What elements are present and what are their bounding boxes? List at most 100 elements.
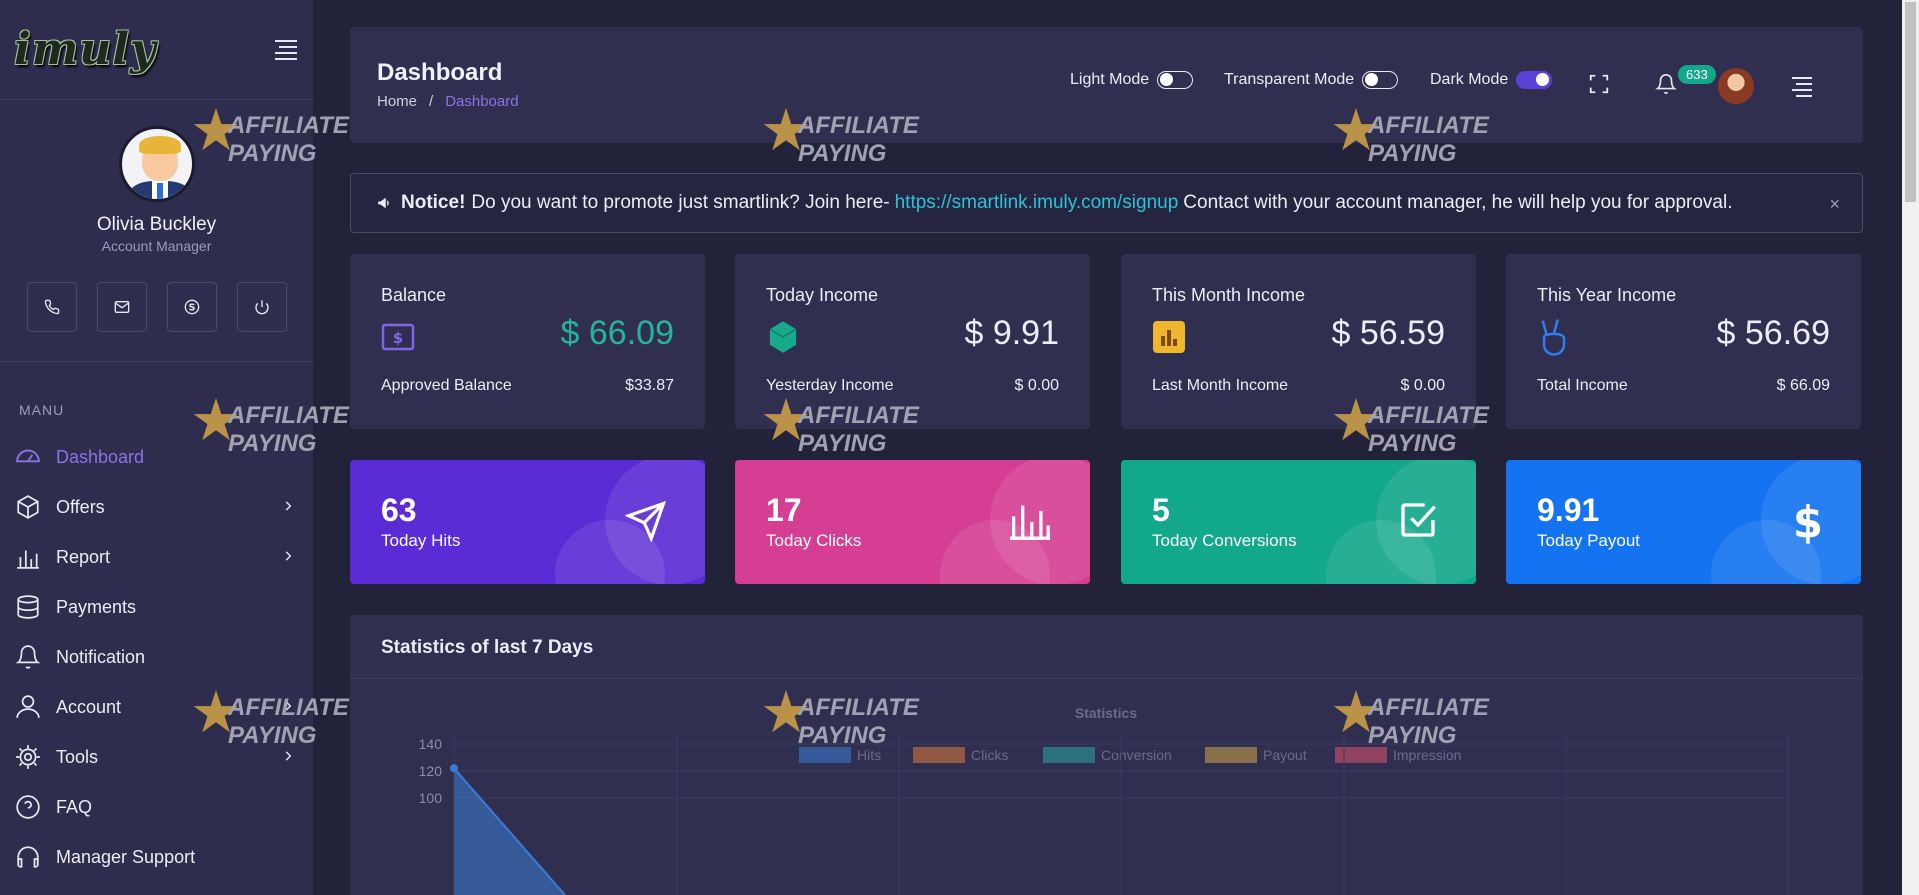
phone-button[interactable] xyxy=(26,282,77,332)
card-title: Today Income xyxy=(766,285,879,305)
skype-button[interactable]: S xyxy=(166,282,217,332)
legend-swatch xyxy=(1335,747,1387,763)
check-square-icon xyxy=(1401,503,1436,537)
toggle-switch[interactable] xyxy=(1157,71,1194,89)
light-mode-toggle[interactable]: Light Mode xyxy=(1070,71,1194,89)
scrollbar-thumb[interactable] xyxy=(1905,2,1916,202)
page-title: Dashboard xyxy=(377,59,503,86)
sidebar-header: imuly xyxy=(0,0,313,100)
logo[interactable]: imuly xyxy=(14,24,157,75)
sidebar-item-account[interactable]: Account xyxy=(0,682,313,732)
card-amount: $ 56.69 xyxy=(1716,314,1830,352)
sub-label: Total Income xyxy=(1537,377,1628,394)
sidebar-item-label: Dashboard xyxy=(56,446,145,467)
sidebar-item-label: Manager Support xyxy=(56,846,196,867)
scrollbar[interactable] xyxy=(1902,0,1919,895)
skype-icon: S xyxy=(184,299,199,315)
sub-value: $ 66.09 xyxy=(1776,377,1830,394)
profile-panel: Olivia Buckley Account Manager S xyxy=(0,100,313,362)
sidebar-item-label: FAQ xyxy=(56,796,93,817)
profile-name: Olivia Buckley xyxy=(96,214,217,235)
sidebar-item-notification[interactable]: Notification xyxy=(0,632,313,682)
headset-icon xyxy=(14,843,42,871)
y-tick-label: 120 xyxy=(419,763,443,779)
smartlink-signup-link[interactable]: https://smartlink.imuly.com/signup xyxy=(895,192,1179,214)
sidebar-item-payments[interactable]: Payments xyxy=(0,582,313,632)
paper-plane-icon xyxy=(625,500,667,542)
chart-icon xyxy=(1152,320,1186,354)
notice-banner: Notice! Do you want to promote just smar… xyxy=(350,173,1863,233)
card-sub: Total Income $ 66.09 xyxy=(1537,377,1830,395)
legend-swatch xyxy=(913,747,965,763)
toggle-label: Light Mode xyxy=(1070,71,1150,88)
legend-label: Conversion xyxy=(1101,747,1172,763)
page-header: Dashboard Home / Dashboard Light Mode Tr… xyxy=(350,27,1863,143)
toggle-switch[interactable] xyxy=(1516,71,1553,89)
sidebar-item-tools[interactable]: Tools xyxy=(0,732,313,782)
statistics-chart: Statistics Hits Clicks Conversion Payout Impr… xyxy=(419,705,1790,895)
breadcrumb: Home / Dashboard xyxy=(377,93,519,110)
legend-swatch xyxy=(1205,747,1257,763)
sidebar-item-report[interactable]: Report xyxy=(0,532,313,582)
today-conversions-card[interactable]: 5 Today Conversions xyxy=(1121,460,1476,584)
profile-role: Account Manager xyxy=(101,238,212,254)
breadcrumb-home[interactable]: Home xyxy=(377,93,417,110)
y-tick-label: 140 xyxy=(419,736,443,752)
right-menu-icon[interactable] xyxy=(1792,77,1812,97)
legend-swatch xyxy=(799,747,851,763)
sidebar-item-offers[interactable]: Offers xyxy=(0,482,313,532)
sidebar-nav: Dashboard Offers Report Payments Notific… xyxy=(0,432,313,882)
toggle-label: Dark Mode xyxy=(1430,71,1509,88)
bell-icon[interactable] xyxy=(1655,73,1677,95)
logout-button[interactable] xyxy=(236,282,287,332)
chart-title: Statistics xyxy=(1075,705,1137,721)
dollar-icon: $ xyxy=(381,320,415,354)
sidebar-item-label: Report xyxy=(56,546,111,567)
today-clicks-card[interactable]: 17 Today Clicks xyxy=(735,460,1090,584)
close-icon[interactable]: × xyxy=(1829,194,1840,215)
sidebar-item-label: Account xyxy=(56,696,122,717)
svg-text:$: $ xyxy=(1793,500,1823,544)
sidebar-item-faq[interactable]: FAQ xyxy=(0,782,313,832)
notice-title: Notice! xyxy=(401,192,466,213)
mail-icon xyxy=(114,301,129,313)
today-hits-card[interactable]: 63 Today Hits xyxy=(350,460,705,584)
card-title: This Month Income xyxy=(1152,285,1306,305)
legend-label: Impression xyxy=(1393,747,1461,763)
question-icon xyxy=(14,793,42,821)
notice-text-after: Contact with your account manager, he wi… xyxy=(1183,192,1733,213)
sub-label: Yesterday Income xyxy=(766,377,894,394)
hits-point xyxy=(450,764,458,773)
bell-icon xyxy=(14,643,42,671)
sidebar-item-manager-support[interactable]: Manager Support xyxy=(0,832,313,882)
sidebar-item-label: Payments xyxy=(56,596,137,617)
megaphone-icon xyxy=(378,197,389,209)
box-icon xyxy=(14,493,42,521)
sidebar-item-dashboard[interactable]: Dashboard xyxy=(0,432,313,482)
toggle-label: Transparent Mode xyxy=(1224,71,1355,88)
fullscreen-icon[interactable] xyxy=(1588,73,1610,95)
menu-toggle-icon[interactable] xyxy=(275,36,297,64)
svg-text:$: $ xyxy=(393,329,403,347)
today-payout-card[interactable]: 9.91 Today Payout $ xyxy=(1506,460,1861,584)
toggle-switch[interactable] xyxy=(1362,71,1399,89)
transparent-mode-toggle[interactable]: Transparent Mode xyxy=(1224,71,1399,89)
user-avatar[interactable] xyxy=(1716,66,1756,106)
svg-text:S: S xyxy=(188,302,195,313)
avatar[interactable] xyxy=(118,126,195,202)
sub-label: Approved Balance xyxy=(381,377,512,394)
user-icon xyxy=(14,693,42,721)
sub-label: Last Month Income xyxy=(1152,377,1289,394)
year-income-card: This Year Income $ 56.69 Total Income $ 6… xyxy=(1506,254,1861,429)
gear-icon xyxy=(14,743,42,771)
dark-mode-toggle[interactable]: Dark Mode xyxy=(1430,71,1553,89)
sub-value: $ 0.00 xyxy=(1014,377,1059,394)
notice-text: Do you want to promote just smartlink? J… xyxy=(471,192,890,213)
cube-icon xyxy=(766,320,800,354)
sub-value: $ 0.00 xyxy=(1400,377,1445,394)
card-title: Balance xyxy=(381,285,447,305)
chevron-right-icon xyxy=(285,751,292,761)
sidebar-item-label: Tools xyxy=(56,746,99,767)
card-amount: $ 56.59 xyxy=(1331,314,1445,352)
mail-button[interactable] xyxy=(96,282,147,332)
